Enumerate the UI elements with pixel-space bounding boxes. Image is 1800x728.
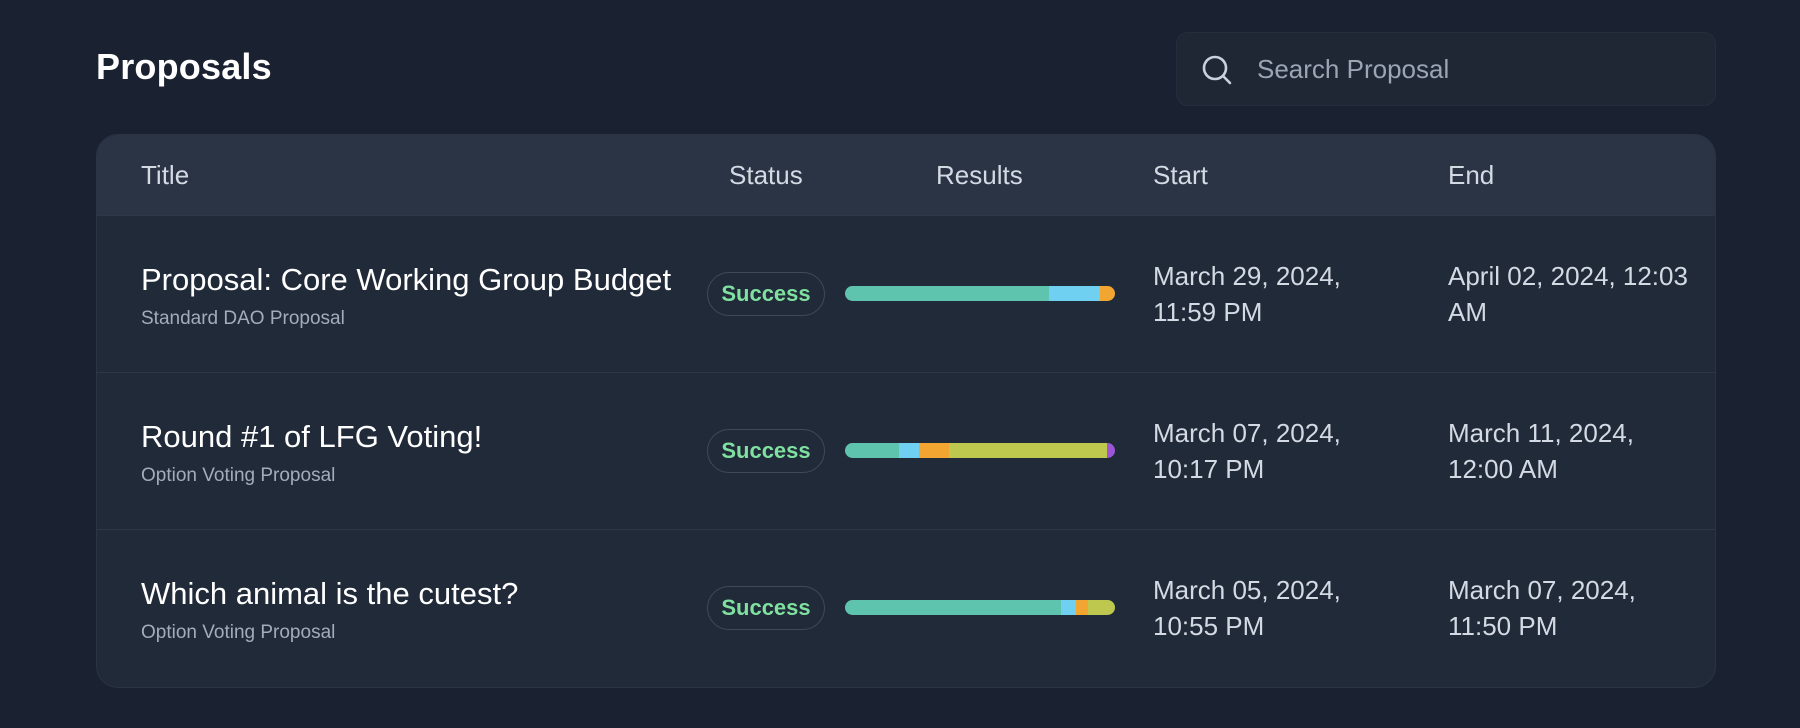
page-header: Proposals	[96, 32, 1716, 106]
end-date: March 11, 2024, 12:00 AM	[1448, 415, 1698, 487]
table-row[interactable]: Which animal is the cutest? Option Votin…	[97, 529, 1715, 687]
end-time-line: AM	[1448, 297, 1487, 327]
results-segment	[1075, 600, 1088, 615]
end-date-line: March 11, 2024,	[1448, 418, 1634, 448]
proposal-title[interactable]: Proposal: Core Working Group Budget	[141, 262, 671, 298]
results-bar	[845, 443, 1115, 458]
results-segment	[1100, 286, 1115, 301]
proposal-title[interactable]: Which animal is the cutest?	[141, 576, 518, 612]
start-time-line: 10:55 PM	[1153, 611, 1265, 641]
column-header-end[interactable]: End	[1448, 135, 1494, 215]
status-badge: Success	[707, 272, 825, 316]
end-time-line: 11:50 PM	[1448, 611, 1558, 641]
start-date-line: March 05, 2024,	[1153, 575, 1341, 605]
start-date-line: March 29, 2024,	[1153, 261, 1341, 291]
results-segment	[1106, 443, 1115, 458]
start-date: March 07, 2024, 10:17 PM	[1153, 415, 1393, 487]
start-time-line: 11:59 PM	[1153, 297, 1263, 327]
proposal-title[interactable]: Round #1 of LFG Voting!	[141, 419, 482, 455]
end-date: April 02, 2024, 12:03 AM	[1448, 258, 1698, 330]
start-date-line: March 07, 2024,	[1153, 418, 1341, 448]
proposals-table: Title Status Results Start End Proposal:…	[96, 134, 1716, 688]
status-badge: Success	[707, 586, 825, 630]
results-segment	[1087, 600, 1115, 615]
proposals-page: Proposals Title Status Results Start End…	[0, 0, 1800, 728]
results-segment	[845, 286, 1049, 301]
start-date: March 29, 2024, 11:59 PM	[1153, 258, 1393, 330]
end-date: March 07, 2024, 11:50 PM	[1448, 572, 1698, 644]
results-segment	[899, 443, 920, 458]
results-segment	[845, 600, 1061, 615]
page-title: Proposals	[96, 46, 272, 87]
search-icon	[1199, 52, 1235, 88]
column-header-results[interactable]: Results	[936, 135, 1023, 215]
end-time-line: 12:00 AM	[1448, 454, 1558, 484]
search-box[interactable]	[1176, 32, 1716, 106]
status-badge: Success	[707, 429, 825, 473]
column-header-start[interactable]: Start	[1153, 135, 1208, 215]
table-row[interactable]: Proposal: Core Working Group Budget Stan…	[97, 215, 1715, 373]
proposal-type: Standard DAO Proposal	[141, 308, 345, 329]
end-date-line: April 02, 2024, 12:03	[1448, 261, 1688, 291]
column-header-status[interactable]: Status	[729, 135, 803, 215]
start-date: March 05, 2024, 10:55 PM	[1153, 572, 1393, 644]
results-segment	[1061, 600, 1076, 615]
table-row[interactable]: Round #1 of LFG Voting! Option Voting Pr…	[97, 372, 1715, 530]
results-segment	[845, 443, 899, 458]
results-bar	[845, 600, 1115, 615]
results-bar	[845, 286, 1115, 301]
results-segment	[948, 443, 1107, 458]
results-segment	[1048, 286, 1101, 301]
proposal-type: Option Voting Proposal	[141, 465, 336, 486]
start-time-line: 10:17 PM	[1153, 454, 1265, 484]
results-segment	[919, 443, 949, 458]
table-header: Title Status Results Start End	[97, 135, 1715, 215]
column-header-title[interactable]: Title	[141, 135, 189, 215]
search-input[interactable]	[1257, 33, 1697, 105]
proposal-type: Option Voting Proposal	[141, 622, 336, 643]
end-date-line: March 07, 2024,	[1448, 575, 1636, 605]
